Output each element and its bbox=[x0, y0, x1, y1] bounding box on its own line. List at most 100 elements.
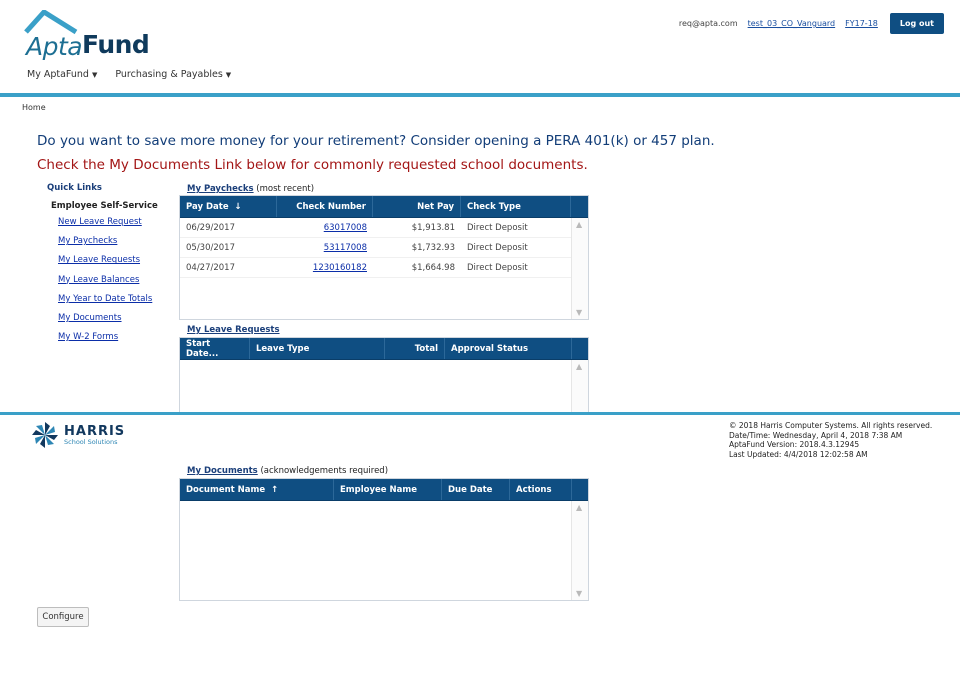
configure-button[interactable]: Configure bbox=[37, 607, 89, 627]
leave-requests-grid: Start Date... Leave Type Total Approval … bbox=[179, 337, 589, 412]
datetime-text: Date/Time: Wednesday, April 4, 2018 7:38… bbox=[729, 430, 903, 440]
chevron-down-icon: ▼ bbox=[225, 71, 232, 79]
col-check-type[interactable]: Check Type bbox=[461, 196, 571, 217]
net-pay-cell: $1,732.93 bbox=[411, 242, 455, 253]
paychecks-title: My Paychecks (most recent) bbox=[187, 184, 314, 194]
harris-subtitle: School Solutions bbox=[64, 437, 118, 446]
main-menu: My AptaFund ▼ Purchasing & Payables ▼ bbox=[27, 69, 231, 80]
col-check-type-label: Check Type bbox=[467, 201, 521, 212]
link-my-paychecks[interactable]: My Paychecks bbox=[58, 236, 117, 246]
documents-title-suffix: (acknowledgements required) bbox=[260, 466, 389, 476]
col-employee-name[interactable]: Employee Name bbox=[334, 479, 442, 500]
table-row[interactable]: 06/29/2017 63017008 $1,913.81 Direct Dep… bbox=[180, 218, 588, 238]
col-net-pay-label: Net Pay bbox=[417, 201, 454, 212]
col-actions-label: Actions bbox=[516, 484, 552, 495]
user-email: req@apta.com bbox=[678, 19, 738, 28]
copyright-text: © 2018 Harris Computer Systems. All righ… bbox=[729, 421, 933, 430]
check-number-link[interactable]: 53117008 bbox=[324, 243, 367, 253]
harris-logo: HARRIS School Solutions bbox=[30, 420, 125, 450]
aptafund-logo[interactable]: Apta Fund bbox=[24, 10, 154, 61]
paychecks-scrollbar[interactable]: ▲ ▼ bbox=[571, 218, 588, 319]
link-my-leave-balances[interactable]: My Leave Balances bbox=[58, 275, 139, 285]
breadcrumb[interactable]: Home bbox=[22, 103, 46, 112]
logo-apta-text: Apta bbox=[26, 32, 83, 61]
logout-button[interactable]: Log out bbox=[889, 13, 944, 34]
table-row[interactable]: 04/27/2017 1230160182 $1,664.98 Direct D… bbox=[180, 258, 588, 278]
check-number-link[interactable]: 1230160182 bbox=[313, 263, 367, 273]
paychecks-title-suffix: (most recent) bbox=[256, 184, 315, 194]
leave-requests-header-row: Start Date... Leave Type Total Approval … bbox=[180, 338, 588, 360]
sort-up-icon: ↑ bbox=[271, 484, 279, 495]
col-start-date[interactable]: Start Date... bbox=[180, 338, 250, 359]
scroll-up-icon[interactable]: ▲ bbox=[576, 220, 582, 229]
menu-purchasing-label: Purchasing & Payables bbox=[115, 69, 223, 80]
footer-divider bbox=[0, 412, 960, 415]
organization-link[interactable]: test_03_CO_Vanguard bbox=[748, 19, 836, 28]
logo-fund-text: Fund bbox=[82, 30, 150, 59]
col-total[interactable]: Total bbox=[385, 338, 445, 359]
leave-requests-title-link[interactable]: My Leave Requests bbox=[187, 325, 280, 335]
col-approval-status-label: Approval Status bbox=[451, 343, 529, 354]
link-my-leave-requests[interactable]: My Leave Requests bbox=[58, 255, 140, 265]
scroll-down-icon[interactable]: ▼ bbox=[576, 308, 582, 317]
col-document-name-label: Document Name bbox=[186, 484, 266, 495]
col-net-pay[interactable]: Net Pay bbox=[373, 196, 461, 217]
col-check-number-label: Check Number bbox=[296, 201, 366, 212]
documents-message: Check the My Documents Link below for co… bbox=[37, 157, 588, 173]
menu-my-aptafund-label: My AptaFund bbox=[27, 69, 89, 80]
quick-links-title: Quick Links bbox=[47, 183, 102, 193]
paychecks-header-row: Pay Date ↓ Check Number Net Pay Check Ty… bbox=[180, 196, 588, 218]
scroll-down-icon[interactable]: ▼ bbox=[576, 589, 582, 598]
col-due-date[interactable]: Due Date bbox=[442, 479, 510, 500]
col-leave-type-label: Leave Type bbox=[256, 343, 310, 354]
link-new-leave-request[interactable]: New Leave Request bbox=[58, 217, 142, 227]
retirement-message: Do you want to save more money for your … bbox=[37, 133, 715, 149]
col-pay-date-label: Pay Date bbox=[186, 201, 229, 212]
user-bar: req@apta.com test_03_CO_Vanguard FY17-18… bbox=[679, 13, 944, 34]
col-employee-name-label: Employee Name bbox=[340, 484, 418, 495]
col-total-label: Total bbox=[414, 343, 438, 354]
paychecks-title-link[interactable]: My Paychecks bbox=[187, 184, 254, 194]
scroll-up-icon[interactable]: ▲ bbox=[576, 503, 582, 512]
sort-down-icon: ↓ bbox=[234, 201, 242, 212]
link-my-documents[interactable]: My Documents bbox=[58, 313, 122, 323]
documents-title-link[interactable]: My Documents bbox=[187, 466, 258, 476]
leave-requests-scrollbar[interactable]: ▲ bbox=[571, 360, 588, 412]
quick-links-section: Employee Self-Service bbox=[51, 201, 158, 211]
menu-purchasing-payables[interactable]: Purchasing & Payables ▼ bbox=[115, 69, 231, 80]
harris-pinwheel-icon bbox=[32, 422, 58, 448]
col-start-date-label: Start Date... bbox=[186, 338, 219, 359]
col-document-name[interactable]: Document Name ↑ bbox=[180, 479, 334, 500]
header-divider bbox=[0, 93, 960, 97]
check-type-cell: Direct Deposit bbox=[467, 262, 528, 273]
table-row[interactable]: 05/30/2017 53117008 $1,732.93 Direct Dep… bbox=[180, 238, 588, 258]
check-number-link[interactable]: 63017008 bbox=[324, 223, 367, 233]
quick-links-list: New Leave Request My Paychecks My Leave … bbox=[58, 217, 152, 351]
documents-grid: Document Name ↑ Employee Name Due Date A… bbox=[179, 478, 589, 601]
chevron-down-icon: ▼ bbox=[91, 71, 98, 79]
col-actions[interactable]: Actions bbox=[510, 479, 572, 500]
col-pay-date[interactable]: Pay Date ↓ bbox=[180, 196, 277, 217]
net-pay-cell: $1,664.98 bbox=[411, 262, 455, 273]
paychecks-grid: Pay Date ↓ Check Number Net Pay Check Ty… bbox=[179, 195, 589, 320]
documents-header-row: Document Name ↑ Employee Name Due Date A… bbox=[180, 479, 588, 501]
leave-requests-title: My Leave Requests bbox=[187, 325, 280, 335]
scroll-up-icon[interactable]: ▲ bbox=[576, 362, 582, 371]
fiscal-year-link[interactable]: FY17-18 bbox=[845, 19, 878, 28]
net-pay-cell: $1,913.81 bbox=[411, 222, 455, 233]
col-check-number[interactable]: Check Number bbox=[277, 196, 373, 217]
footer-info: © 2018 Harris Computer Systems. All righ… bbox=[729, 421, 932, 459]
col-leave-type[interactable]: Leave Type bbox=[250, 338, 385, 359]
col-approval-status[interactable]: Approval Status bbox=[445, 338, 572, 359]
harris-name: HARRIS bbox=[64, 423, 126, 439]
pay-date-cell: 06/29/2017 bbox=[186, 222, 235, 233]
menu-my-aptafund[interactable]: My AptaFund ▼ bbox=[27, 69, 97, 80]
col-due-date-label: Due Date bbox=[448, 484, 493, 495]
documents-scrollbar[interactable]: ▲ ▼ bbox=[571, 501, 588, 600]
pay-date-cell: 05/30/2017 bbox=[186, 242, 235, 253]
check-type-cell: Direct Deposit bbox=[467, 222, 528, 233]
link-my-w2-forms[interactable]: My W-2 Forms bbox=[58, 332, 118, 342]
version-text: AptaFund Version: 2018.4.3.12945 bbox=[729, 440, 860, 449]
link-my-ytd-totals[interactable]: My Year to Date Totals bbox=[58, 294, 152, 304]
last-updated-text: Last Updated: 4/4/2018 12:02:58 AM bbox=[729, 449, 868, 459]
